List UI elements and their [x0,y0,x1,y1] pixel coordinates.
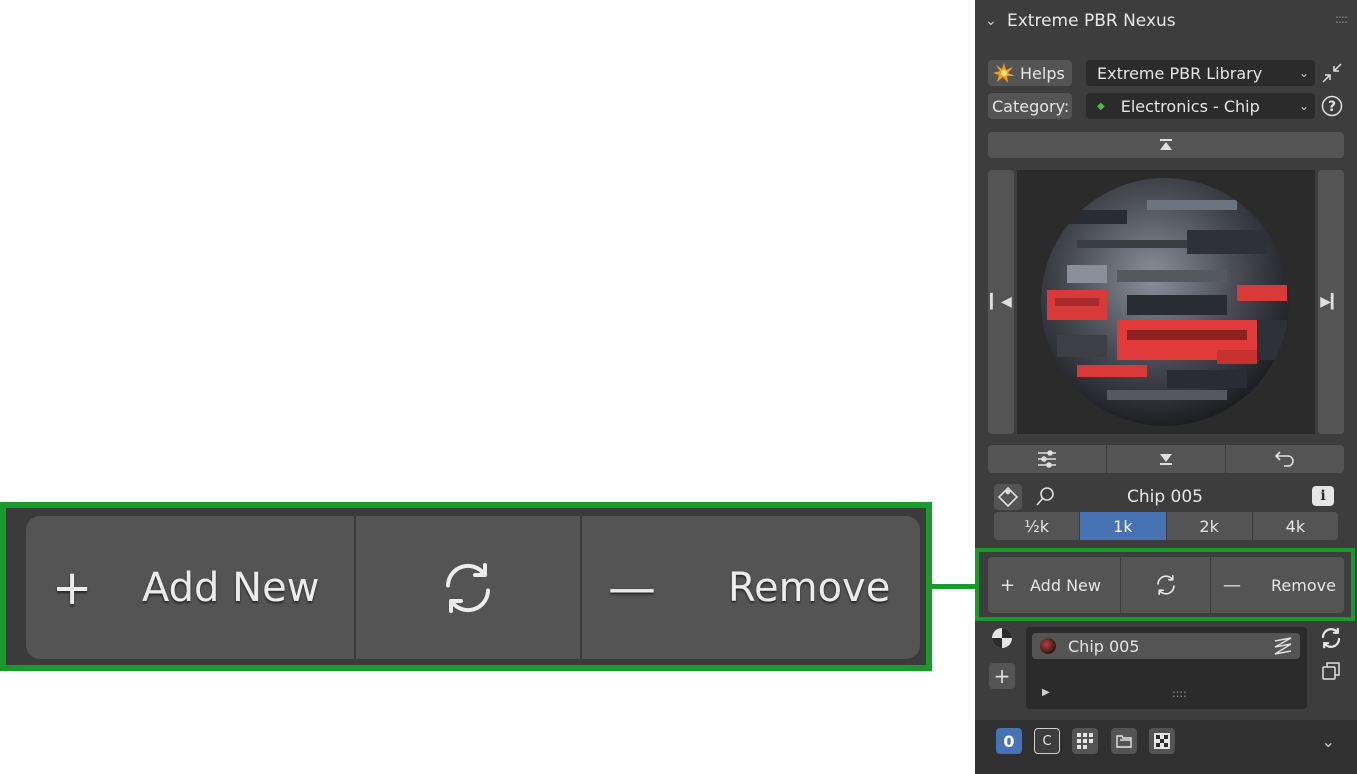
svg-text:?: ? [1328,99,1336,115]
grid-icon[interactable] [1072,728,1098,754]
skip-back-icon: ▎◀ [990,294,1012,310]
undo-icon [1274,451,1294,467]
resolution-4k[interactable]: 4k [1251,512,1338,540]
add-slot-button[interactable]: + [989,663,1015,689]
resize-grip[interactable]: :::: [1172,687,1187,700]
footer-toolbar: 0 C ⌄ [975,720,1357,774]
zoom-add-new-label: Add New [142,564,320,611]
category-label-text: Category: [992,96,1070,116]
undo-button[interactable] [1225,445,1344,473]
search-icon[interactable] [1032,484,1058,510]
callout-connector-line [932,584,976,589]
zoom-remove-label: Remove [728,564,891,611]
next-material-button[interactable]: ▶▎ [1318,170,1344,434]
adjust-sliders-button[interactable] [988,445,1106,473]
strokes-icon[interactable] [1272,635,1294,661]
zoom-remove-button[interactable]: — Remove [580,516,920,659]
refresh-button[interactable] [1120,557,1210,613]
arrow-to-bottom-icon [1160,454,1172,465]
sync-icon[interactable] [1318,625,1344,651]
panel-title: Extreme PBR Nexus [1007,11,1176,31]
expand-triangle-icon[interactable]: ▶ [1042,687,1050,698]
refresh-icon [1156,575,1175,595]
scroll-top-button[interactable] [988,132,1344,158]
slot-item-label: Chip 005 [1068,636,1140,656]
minus-icon: — [1223,574,1241,596]
folder-icon[interactable] [1111,728,1137,754]
resolution-2k[interactable]: 2k [1165,512,1252,540]
remove-label: Remove [1271,575,1336,595]
zoom-callout: + Add New — Remove [0,502,932,671]
helps-label: Helps [1020,63,1065,83]
plus-icon: + [52,559,93,616]
resolution-selector: ½k 1k 2k 4k [994,512,1338,540]
category-dropdown[interactable]: ◆ Electronics - Chip ⌄ [1086,93,1315,119]
material-preview[interactable] [1017,170,1315,434]
drag-grip-icon[interactable]: :::: [1335,12,1348,26]
material-slot-list[interactable]: Chip 005 ▶ :::: [1026,627,1307,709]
preview-tools-row [988,445,1344,473]
list-item[interactable]: Chip 005 [1032,633,1300,659]
collapse-arrows-icon[interactable] [1319,60,1345,86]
zoom-action-row: + Add New — Remove [26,516,920,659]
highlighted-action-frame: + Add New — Remove [975,548,1355,621]
category-dot-icon: ◆ [1097,100,1105,112]
refresh-icon [446,562,490,613]
zero-button[interactable]: 0 [996,728,1022,754]
resolution-1k[interactable]: 1k [1079,512,1166,540]
sparkle-icon [993,63,1015,83]
sliders-icon [1038,450,1056,468]
add-new-button[interactable]: + Add New [988,557,1120,613]
action-row: + Add New — Remove [988,557,1344,613]
remove-button[interactable]: — Remove [1210,557,1344,613]
zoom-refresh-button[interactable] [354,516,580,659]
chevron-down-icon[interactable]: ⌄ [1322,732,1335,751]
plus-icon: + [1000,574,1016,596]
previous-material-button[interactable]: ▎◀ [988,170,1014,434]
category-selected: Electronics - Chip [1120,96,1260,116]
minus-icon: — [608,559,656,616]
plus-icon: + [993,664,1011,688]
library-dropdown[interactable]: Extreme PBR Library ⌄ [1086,60,1315,86]
copy-icon[interactable] [1318,658,1344,684]
tag-button[interactable] [994,484,1022,510]
helps-button[interactable]: Helps [988,60,1072,86]
material-ball-icon[interactable] [989,625,1015,651]
panel-header[interactable]: ⌄ Extreme PBR Nexus :::: [975,0,1357,42]
zoom-add-new-button[interactable]: + Add New [26,516,354,659]
dropdown-arrow-icon: ⌄ [1298,66,1309,80]
chevron-down-icon[interactable]: ⌄ [985,13,1007,29]
library-selected: Extreme PBR Library [1097,63,1263,83]
scroll-bottom-button[interactable] [1106,445,1225,473]
arrow-to-top-icon [1160,139,1172,150]
checker-icon[interactable] [1149,728,1175,754]
material-thumbnail-icon [1040,638,1056,654]
tag-icon [997,486,1019,508]
resolution-half-k[interactable]: ½k [994,512,1080,540]
add-new-label: Add New [1030,575,1101,595]
category-label: Category: [988,93,1072,119]
extreme-pbr-panel: ⌄ Extreme PBR Nexus :::: Helps Extreme P… [975,0,1357,774]
skip-forward-icon: ▶▎ [1320,294,1342,310]
info-icon[interactable]: i [1312,486,1334,506]
dropdown-arrow-icon: ⌄ [1298,99,1309,113]
material-sphere-image [1041,178,1289,426]
material-name-label: Chip 005 [1126,487,1203,507]
help-question-icon[interactable]: ? [1319,93,1345,119]
c-button[interactable]: C [1034,728,1060,754]
